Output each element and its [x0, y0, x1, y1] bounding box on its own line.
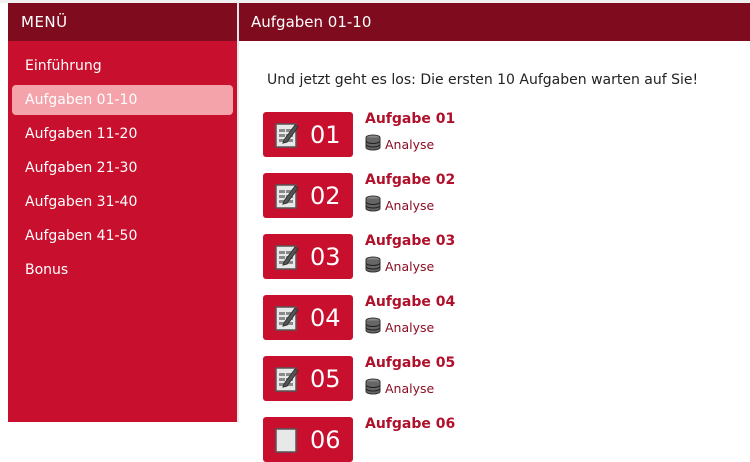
task-number: 06	[310, 425, 341, 454]
task-button[interactable]: 05	[263, 356, 353, 401]
task-title-link[interactable]: Aufgabe 03	[365, 233, 455, 249]
analysis-label: Analyse	[385, 380, 435, 396]
database-icon	[365, 256, 385, 276]
sidebar-item-aufgaben-31-40[interactable]: Aufgaben 31-40	[12, 187, 233, 217]
form-edit-icon	[275, 304, 299, 332]
database-icon	[365, 134, 385, 154]
database-icon	[365, 317, 385, 337]
task-analysis-link[interactable]: Analyse	[365, 256, 434, 276]
task-title-link[interactable]: Aufgabe 05	[365, 355, 455, 371]
sidebar-title: MENÜ	[21, 13, 68, 31]
task-analysis-link[interactable]: Analyse	[365, 378, 434, 398]
sidebar-item-label: Aufgaben 41-50	[25, 228, 138, 244]
task-number: 04	[310, 303, 341, 332]
task-button[interactable]: 02	[263, 173, 353, 218]
task-row: 06 Aufgabe 06	[263, 416, 733, 462]
sidebar-item-label: Aufgaben 01-10	[25, 92, 138, 108]
analysis-label: Analyse	[385, 136, 435, 152]
sidebar-item-aufgaben-21-30[interactable]: Aufgaben 21-30	[12, 153, 233, 183]
database-icon	[365, 378, 385, 398]
form-edit-icon	[275, 182, 299, 210]
sidebar-item-label: Aufgaben 11-20	[25, 126, 138, 142]
task-button[interactable]: 01	[263, 112, 353, 157]
sidebar-item-aufgaben-41-50[interactable]: Aufgaben 41-50	[12, 221, 233, 251]
task-row: 05 Aufgabe 05 Analyse	[263, 355, 733, 401]
database-icon	[365, 195, 385, 215]
form-edit-icon	[275, 243, 299, 271]
task-number: 02	[310, 181, 341, 210]
sidebar-item-aufgaben-11-20[interactable]: Aufgaben 11-20	[12, 119, 233, 149]
analysis-label: Analyse	[385, 319, 435, 335]
main-header: Aufgaben 01-10	[239, 3, 750, 41]
task-number: 01	[310, 120, 341, 149]
sidebar-item-label: Bonus	[25, 262, 69, 278]
task-title-link[interactable]: Aufgabe 04	[365, 294, 455, 310]
task-number: 03	[310, 242, 341, 271]
sidebar-item-aufgaben-01-10[interactable]: Aufgaben 01-10	[12, 85, 233, 115]
form-edit-icon	[275, 426, 299, 454]
task-analysis-link[interactable]: Analyse	[365, 134, 434, 154]
form-edit-icon	[275, 121, 299, 149]
page-title: Aufgaben 01-10	[251, 13, 372, 31]
task-analysis-link[interactable]: Analyse	[365, 195, 434, 215]
task-title-link[interactable]: Aufgabe 02	[365, 172, 455, 188]
task-number: 05	[310, 364, 341, 393]
task-row: 04 Aufgabe 04 Analyse	[263, 294, 733, 340]
analysis-label: Analyse	[385, 258, 435, 274]
sidebar-item-bonus[interactable]: Bonus	[12, 255, 233, 285]
task-title-link[interactable]: Aufgabe 01	[365, 111, 455, 127]
intro-text: Und jetzt geht es los: Die ersten 10 Auf…	[267, 72, 699, 88]
main-content[interactable]: Und jetzt geht es los: Die ersten 10 Auf…	[239, 41, 742, 462]
task-title-link[interactable]: Aufgabe 06	[365, 416, 455, 432]
sidebar-item-label: Aufgaben 21-30	[25, 160, 138, 176]
form-edit-icon	[275, 365, 299, 393]
task-analysis-link[interactable]: Analyse	[365, 317, 434, 337]
sidebar-menu: Einführung Aufgaben 01-10 Aufgaben 11-20…	[8, 41, 237, 422]
analysis-label: Analyse	[385, 197, 435, 213]
task-row: 01 Aufgabe 01 Analyse	[263, 111, 733, 157]
sidebar-item-einfuehrung[interactable]: Einführung	[12, 51, 233, 81]
task-row: 03 Aufgabe 03 Analyse	[263, 233, 733, 279]
sidebar-item-label: Einführung	[25, 58, 102, 74]
task-button[interactable]: 04	[263, 295, 353, 340]
sidebar-item-label: Aufgaben 31-40	[25, 194, 138, 210]
task-button[interactable]: 06	[263, 417, 353, 462]
sidebar-header: MENÜ	[8, 3, 237, 41]
task-row: 02 Aufgabe 02 Analyse	[263, 172, 733, 218]
task-button[interactable]: 03	[263, 234, 353, 279]
